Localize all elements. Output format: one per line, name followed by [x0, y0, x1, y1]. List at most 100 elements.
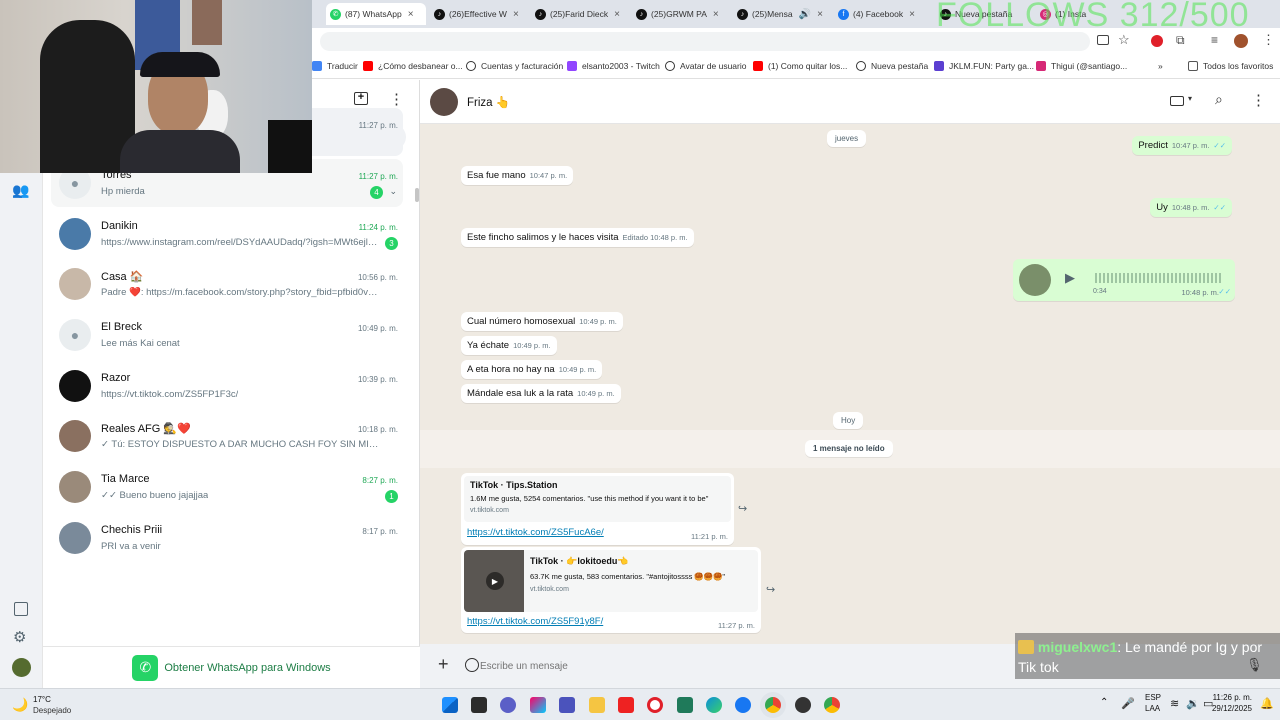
message-bubble[interactable]: Ya échate 10:49 p. m.: [461, 336, 557, 355]
url-field[interactable]: [320, 32, 1090, 51]
tab-tiktok-1[interactable]: ♪ (26)Effective W ×: [430, 3, 530, 25]
close-icon[interactable]: ×: [713, 9, 719, 20]
facebook-icon[interactable]: [735, 697, 751, 713]
speaker-icon[interactable]: 🔊: [799, 9, 811, 20]
message-bubble[interactable]: Cual número homosexual 10:49 p. m.: [461, 312, 623, 331]
bookmark-quitar[interactable]: (1) Como quitar los...: [753, 61, 847, 71]
obs-icon[interactable]: [795, 697, 811, 713]
bookmarks-overflow[interactable]: »: [1158, 61, 1163, 71]
voice-message[interactable]: ▶ 0:34 10:48 p. m. ✓✓: [1013, 259, 1235, 301]
message-bubble[interactable]: Predict 10:47 p. m. ✓✓: [1132, 136, 1232, 155]
menu-icon[interactable]: ⋮: [1251, 91, 1266, 109]
tab-tiktok-2[interactable]: ♪ (25)Farid Dieck ×: [531, 3, 631, 25]
forward-icon[interactable]: ↪: [738, 502, 747, 515]
tab-tiktok-4[interactable]: ♪ (25)Mensa 🔊 ×: [733, 3, 833, 25]
keyboard-layout[interactable]: LAA: [1145, 704, 1160, 713]
star-icon[interactable]: ☆: [1118, 32, 1130, 48]
link-preview[interactable]: ▶ TikTok · 👉lokitoedu👈 63.7K me gusta, 5…: [464, 550, 758, 612]
close-icon[interactable]: ×: [909, 9, 915, 20]
settings-icon[interactable]: ⚙: [13, 628, 26, 646]
contact-avatar[interactable]: [430, 88, 458, 116]
chevron-down-icon[interactable]: ⌄: [389, 186, 397, 197]
waveform[interactable]: [1095, 273, 1221, 283]
playlist-icon[interactable]: ≡: [1211, 33, 1218, 47]
chevron-up-icon[interactable]: ⌃: [1100, 697, 1108, 708]
chat-row[interactable]: Danikin https://www.instagram.com/reel/DS…: [51, 210, 403, 258]
bookmark-thigui[interactable]: Thigui (@santiago...: [1036, 61, 1127, 71]
clock-date[interactable]: 29/12/2025: [1205, 704, 1252, 713]
chat-row[interactable]: Reales AFG 🕵️❤️ ✓ Tú: ESTOY DISPUESTO A D…: [51, 412, 403, 460]
link-url[interactable]: https://vt.tiktok.com/ZS5F91y8F/: [467, 616, 603, 627]
chevron-down-icon[interactable]: ▾: [1188, 94, 1192, 103]
all-favorites[interactable]: Todos los favoritos: [1188, 61, 1273, 71]
bookmark-desbanear[interactable]: ¿Cómo desbanear o...: [363, 61, 463, 71]
play-icon[interactable]: ▶: [1065, 270, 1075, 286]
chat-row[interactable]: ● El Breck Lee más Kai cenat 10:49 p. m.: [51, 311, 403, 359]
menu-icon[interactable]: ⋮: [1262, 32, 1275, 48]
my-avatar[interactable]: [12, 658, 31, 677]
message-bubble[interactable]: Uy 10:48 p. m. ✓✓: [1150, 198, 1232, 217]
opera-icon[interactable]: [1151, 35, 1163, 47]
menu-icon[interactable]: ⋮: [389, 90, 404, 108]
play-icon[interactable]: ▶: [486, 572, 504, 590]
chrome-profile-icon[interactable]: [824, 697, 840, 713]
sticker-icon[interactable]: [465, 658, 479, 672]
weather-icon[interactable]: 🌙: [12, 697, 28, 713]
weather-desc[interactable]: Despejado: [33, 706, 71, 715]
mic-icon[interactable]: 🎤: [1121, 697, 1135, 710]
message-bubble[interactable]: Este fincho salimos y le haces visita Edi…: [461, 228, 694, 247]
tab-tiktok-3[interactable]: ♪ (25)GRWM PA ×: [632, 3, 732, 25]
attach-plus-icon[interactable]: +: [438, 654, 449, 675]
get-windows-banner[interactable]: ✆ Obtener WhatsApp para Windows: [43, 646, 420, 688]
media-icon[interactable]: [14, 602, 28, 616]
close-icon[interactable]: ×: [614, 9, 620, 20]
volume-icon[interactable]: 🔉: [1186, 697, 1200, 710]
edge-icon[interactable]: [706, 697, 722, 713]
file-explorer-icon[interactable]: [589, 697, 605, 713]
link-message[interactable]: TikTok · Tips.Station 1.6M me gusta, 525…: [461, 473, 734, 545]
install-app-icon[interactable]: [1097, 35, 1109, 45]
video-call-icon[interactable]: [1170, 96, 1184, 106]
close-icon[interactable]: ×: [513, 9, 519, 20]
message-bubble[interactable]: Mándale esa luk a la rata 10:49 p. m.: [461, 384, 621, 403]
new-chat-icon[interactable]: +: [354, 92, 368, 105]
bookmark-cuentas[interactable]: Cuentas y facturación: [466, 61, 563, 71]
youtube-icon[interactable]: [618, 697, 634, 713]
bookmark-nueva[interactable]: Nueva pestaña: [856, 61, 928, 71]
chat-row[interactable]: Razor https://vt.tiktok.com/ZS5FP1F3c/10:…: [51, 362, 403, 410]
chat-row[interactable]: Chechis Priii PRI va a venir 8:17 p. m.: [51, 514, 403, 562]
chat-row[interactable]: Tia Marce ✓✓ Bueno bueno jajajjaa 8:27 p. …: [51, 463, 403, 511]
message-bubble[interactable]: A eta hora no hay na 10:49 p. m.: [461, 360, 603, 379]
task-view-icon[interactable]: [471, 697, 487, 713]
start-icon[interactable]: [442, 697, 458, 713]
wifi-icon[interactable]: ≋: [1170, 697, 1179, 710]
clock-time[interactable]: 11:26 p. m.: [1210, 693, 1252, 702]
search-icon[interactable]: ⌕: [1215, 91, 1223, 108]
chrome-icon[interactable]: [765, 697, 781, 713]
chat-app-icon[interactable]: [500, 697, 516, 713]
bookmark-twitch[interactable]: elsanto2003 - Twitch: [567, 61, 660, 71]
message-bubble[interactable]: Esa fue mano 10:47 p. m.: [461, 166, 574, 185]
chat-row[interactable]: Casa 🏠 Padre ❤️: https://m.facebook.com/s…: [51, 260, 403, 308]
copilot-icon[interactable]: [530, 697, 546, 713]
calculator-icon[interactable]: [677, 697, 693, 713]
notification-bell-icon[interactable]: 🔔: [1260, 697, 1274, 710]
close-icon[interactable]: ×: [408, 9, 414, 20]
bookmark-avatar[interactable]: Avatar de usuario: [665, 61, 746, 71]
link-preview[interactable]: TikTok · Tips.Station 1.6M me gusta, 525…: [464, 476, 731, 522]
contact-name[interactable]: Friza 👆: [467, 95, 510, 109]
link-url[interactable]: https://vt.tiktok.com/ZS5FucA6e/: [467, 527, 604, 538]
teams-icon[interactable]: [559, 697, 575, 713]
extensions-icon[interactable]: ⧉: [1176, 33, 1185, 48]
profile-avatar[interactable]: [1234, 34, 1248, 48]
opera-icon[interactable]: [647, 697, 663, 713]
scrollbar-thumb[interactable]: [415, 188, 419, 202]
message-input[interactable]: [480, 652, 1060, 680]
bookmark-traducir[interactable]: Traducir: [312, 61, 358, 71]
communities-icon[interactable]: 👥: [12, 182, 29, 199]
weather-temp[interactable]: 17°C: [33, 695, 51, 704]
forward-icon[interactable]: ↪: [766, 583, 775, 596]
language-code[interactable]: ESP: [1145, 693, 1161, 702]
bookmark-jklm[interactable]: JKLM.FUN: Party ga...: [934, 61, 1034, 71]
link-message[interactable]: ▶ TikTok · 👉lokitoedu👈 63.7K me gusta, 5…: [461, 547, 761, 633]
